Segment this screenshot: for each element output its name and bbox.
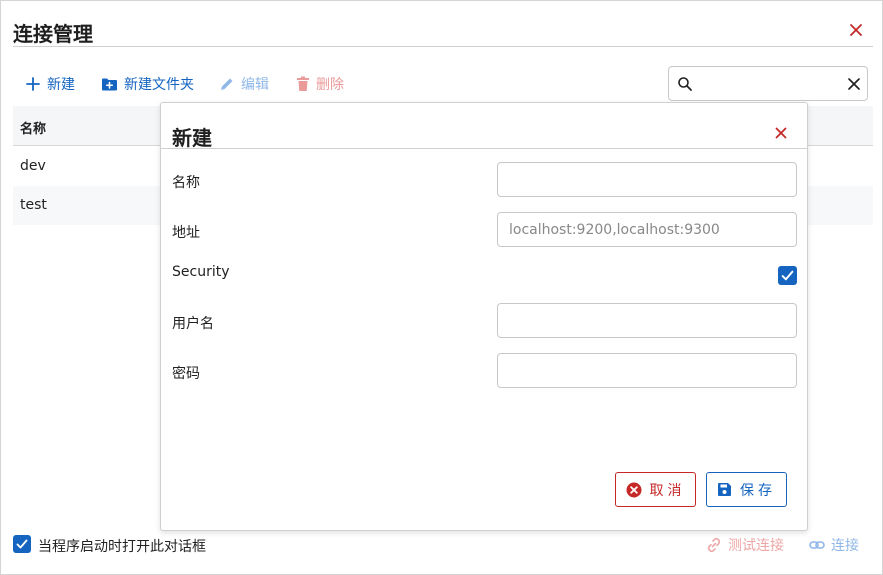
new-folder-button-label: 新建文件夹: [124, 77, 194, 93]
open-on-start-checkbox[interactable]: [13, 535, 31, 553]
connect-label: 连接: [831, 538, 859, 554]
delete-button[interactable]: 删除: [296, 73, 344, 95]
save-button-label: 保存: [740, 482, 776, 499]
close-icon: [850, 24, 862, 36]
address-label: 地址: [172, 225, 200, 241]
dialog-title: 新建: [172, 126, 212, 150]
trash-icon: [297, 76, 309, 91]
connection-name-cell: test: [20, 197, 47, 213]
checkmark-icon: [781, 270, 794, 281]
window-close-button[interactable]: [847, 21, 865, 39]
name-input[interactable]: [497, 162, 797, 197]
search-box: [668, 66, 868, 101]
save-icon: [718, 483, 731, 496]
security-checkbox[interactable]: [778, 266, 797, 285]
name-label: 名称: [172, 175, 200, 191]
username-label: 用户名: [172, 316, 214, 332]
edit-button-label: 编辑: [241, 77, 269, 93]
pencil-icon: [221, 78, 233, 90]
save-button[interactable]: 保存: [706, 472, 787, 507]
folder-plus-icon: [102, 78, 117, 90]
link-icon: [809, 541, 825, 549]
cancel-button[interactable]: 取消: [615, 472, 696, 507]
password-input[interactable]: [497, 353, 797, 388]
password-label: 密码: [172, 366, 200, 382]
cancel-button-label: 取消: [649, 482, 686, 499]
search-icon: [678, 77, 692, 91]
test-connection-button[interactable]: 测试连接: [706, 535, 784, 555]
connection-manager-window: 连接管理 新建 新建文件夹 编辑 删除 名称 dev test 当程序启动时打开…: [0, 0, 883, 575]
edit-button[interactable]: 编辑: [219, 73, 269, 95]
title-divider: [13, 46, 873, 47]
new-button[interactable]: 新建: [25, 73, 75, 95]
window-title: 连接管理: [13, 22, 93, 46]
search-input[interactable]: [699, 73, 839, 95]
new-button-label: 新建: [47, 77, 75, 93]
test-connection-label: 测试连接: [728, 538, 784, 554]
security-label: Security: [172, 264, 230, 280]
dialog-title-divider: [161, 148, 807, 149]
plus-icon: [26, 77, 40, 91]
connection-name-cell: dev: [20, 158, 46, 174]
open-on-start-label[interactable]: 当程序启动时打开此对话框: [38, 536, 206, 556]
cancel-circle-icon: [626, 482, 641, 497]
checkmark-icon: [16, 539, 28, 549]
username-input[interactable]: [497, 303, 797, 338]
column-header-name[interactable]: 名称: [20, 118, 46, 137]
connect-button[interactable]: 连接: [809, 535, 859, 555]
close-icon: [775, 127, 787, 139]
clear-search-icon[interactable]: [847, 77, 861, 91]
dialog-close-button[interactable]: [773, 125, 789, 141]
new-connection-dialog: 新建 名称 地址 Security 用户名 密码 取消: [160, 102, 808, 531]
address-input[interactable]: [497, 212, 797, 247]
new-folder-button[interactable]: 新建文件夹: [101, 73, 194, 95]
link-broken-icon: [707, 537, 721, 553]
delete-button-label: 删除: [316, 77, 344, 93]
